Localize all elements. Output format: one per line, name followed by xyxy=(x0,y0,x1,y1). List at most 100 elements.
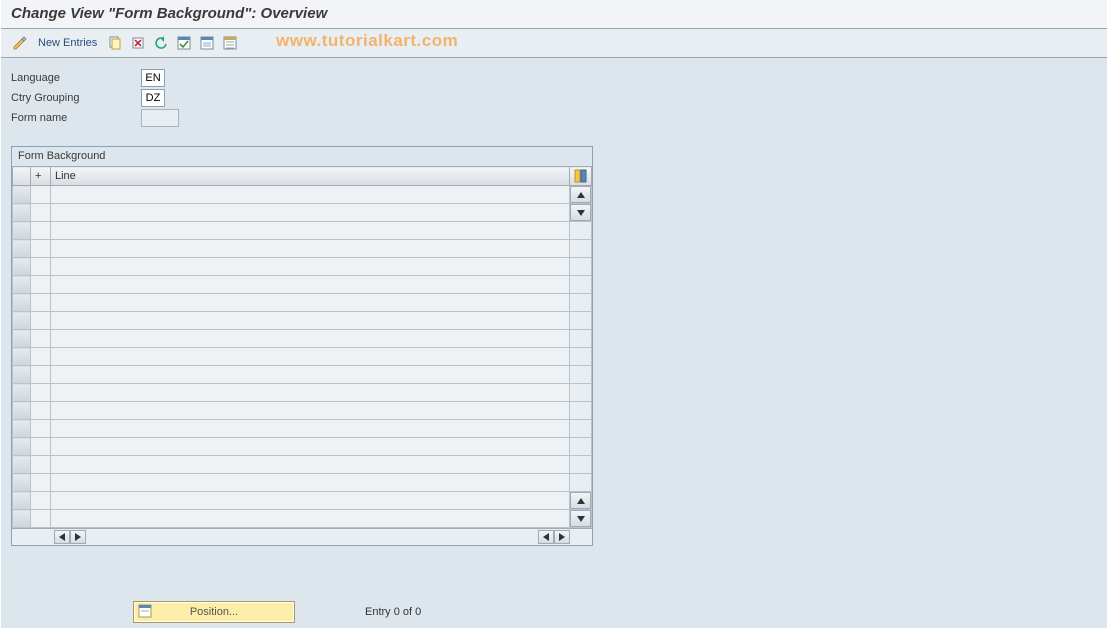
horizontal-scrollbar[interactable] xyxy=(12,528,592,545)
vertical-scrollbar-track[interactable] xyxy=(570,384,592,402)
row-selector[interactable] xyxy=(13,402,31,420)
table-settings-button[interactable] xyxy=(570,167,592,186)
line-cell[interactable] xyxy=(51,456,570,474)
row-selector[interactable] xyxy=(13,384,31,402)
vertical-scrollbar-track[interactable] xyxy=(570,366,592,384)
line-cell[interactable] xyxy=(51,222,570,240)
line-cell[interactable] xyxy=(51,438,570,456)
ctry-grouping-label: Ctry Grouping xyxy=(11,92,141,104)
line-column-header[interactable]: Line xyxy=(51,167,570,186)
vertical-scrollbar-track[interactable] xyxy=(570,240,592,258)
vertical-scrollbar-track[interactable] xyxy=(570,438,592,456)
plus-cell[interactable] xyxy=(31,510,51,528)
plus-cell[interactable] xyxy=(31,312,51,330)
row-selector[interactable] xyxy=(13,330,31,348)
line-cell[interactable] xyxy=(51,330,570,348)
vertical-scrollbar-track[interactable] xyxy=(570,312,592,330)
row-selector[interactable] xyxy=(13,294,31,312)
plus-cell[interactable] xyxy=(31,402,51,420)
line-cell[interactable] xyxy=(51,186,570,204)
plus-cell[interactable] xyxy=(31,384,51,402)
plus-column-header[interactable]: + xyxy=(31,167,51,186)
line-cell[interactable] xyxy=(51,510,570,528)
row-selector[interactable] xyxy=(13,222,31,240)
scroll-up-button[interactable] xyxy=(570,186,591,203)
undo-change-button[interactable] xyxy=(150,33,172,53)
scroll-down-step-button[interactable] xyxy=(570,204,591,221)
plus-cell[interactable] xyxy=(31,240,51,258)
delete-button[interactable] xyxy=(127,33,149,53)
vertical-scrollbar-track[interactable] xyxy=(570,276,592,294)
vertical-scrollbar-track[interactable] xyxy=(570,402,592,420)
copy-as-button[interactable] xyxy=(104,33,126,53)
position-button[interactable]: Position... xyxy=(133,601,295,623)
line-cell[interactable] xyxy=(51,276,570,294)
row-selector[interactable] xyxy=(13,366,31,384)
scroll-right-step-button[interactable] xyxy=(70,530,86,544)
line-cell[interactable] xyxy=(51,240,570,258)
table-row xyxy=(13,510,592,528)
form-name-input[interactable] xyxy=(141,109,179,127)
row-selector[interactable] xyxy=(13,492,31,510)
vertical-scrollbar-track[interactable] xyxy=(570,294,592,312)
line-cell[interactable] xyxy=(51,492,570,510)
table-settings-icon xyxy=(574,169,588,183)
line-cell[interactable] xyxy=(51,204,570,222)
vertical-scrollbar-track[interactable] xyxy=(570,222,592,240)
line-cell[interactable] xyxy=(51,348,570,366)
select-all-column-header[interactable] xyxy=(13,167,31,186)
toggle-display-change-button[interactable] xyxy=(9,33,31,53)
vertical-scrollbar-track[interactable] xyxy=(570,348,592,366)
line-cell[interactable] xyxy=(51,312,570,330)
vertical-scrollbar-track[interactable] xyxy=(570,258,592,276)
plus-cell[interactable] xyxy=(31,366,51,384)
plus-cell[interactable] xyxy=(31,438,51,456)
line-cell[interactable] xyxy=(51,384,570,402)
plus-cell[interactable] xyxy=(31,474,51,492)
row-selector[interactable] xyxy=(13,312,31,330)
scroll-down-button[interactable] xyxy=(570,510,591,527)
row-selector[interactable] xyxy=(13,276,31,294)
row-selector[interactable] xyxy=(13,258,31,276)
plus-cell[interactable] xyxy=(31,330,51,348)
row-selector[interactable] xyxy=(13,204,31,222)
row-selector[interactable] xyxy=(13,186,31,204)
ctry-grouping-input[interactable] xyxy=(141,89,165,107)
plus-cell[interactable] xyxy=(31,420,51,438)
select-block-button[interactable] xyxy=(196,33,218,53)
plus-cell[interactable] xyxy=(31,222,51,240)
language-input[interactable] xyxy=(141,69,165,87)
vertical-scrollbar-track[interactable] xyxy=(570,330,592,348)
row-selector[interactable] xyxy=(13,456,31,474)
vertical-scrollbar-track[interactable] xyxy=(570,456,592,474)
scroll-right-button[interactable] xyxy=(554,530,570,544)
plus-cell[interactable] xyxy=(31,456,51,474)
row-selector[interactable] xyxy=(13,420,31,438)
row-selector[interactable] xyxy=(13,510,31,528)
plus-cell[interactable] xyxy=(31,492,51,510)
plus-cell[interactable] xyxy=(31,276,51,294)
line-cell[interactable] xyxy=(51,402,570,420)
plus-cell[interactable] xyxy=(31,348,51,366)
plus-cell[interactable] xyxy=(31,204,51,222)
new-entries-button[interactable]: New Entries xyxy=(32,33,103,53)
row-selector[interactable] xyxy=(13,474,31,492)
line-cell[interactable] xyxy=(51,474,570,492)
row-selector[interactable] xyxy=(13,348,31,366)
row-selector[interactable] xyxy=(13,438,31,456)
line-cell[interactable] xyxy=(51,366,570,384)
plus-cell[interactable] xyxy=(31,186,51,204)
plus-cell[interactable] xyxy=(31,258,51,276)
select-all-button[interactable] xyxy=(173,33,195,53)
vertical-scrollbar-track[interactable] xyxy=(570,420,592,438)
plus-cell[interactable] xyxy=(31,294,51,312)
scroll-left-end-button[interactable] xyxy=(538,530,554,544)
row-selector[interactable] xyxy=(13,240,31,258)
line-cell[interactable] xyxy=(51,294,570,312)
deselect-all-button[interactable] xyxy=(219,33,241,53)
scroll-left-button[interactable] xyxy=(54,530,70,544)
scroll-up-end-button[interactable] xyxy=(570,492,591,509)
line-cell[interactable] xyxy=(51,420,570,438)
vertical-scrollbar-track[interactable] xyxy=(570,474,592,492)
line-cell[interactable] xyxy=(51,258,570,276)
